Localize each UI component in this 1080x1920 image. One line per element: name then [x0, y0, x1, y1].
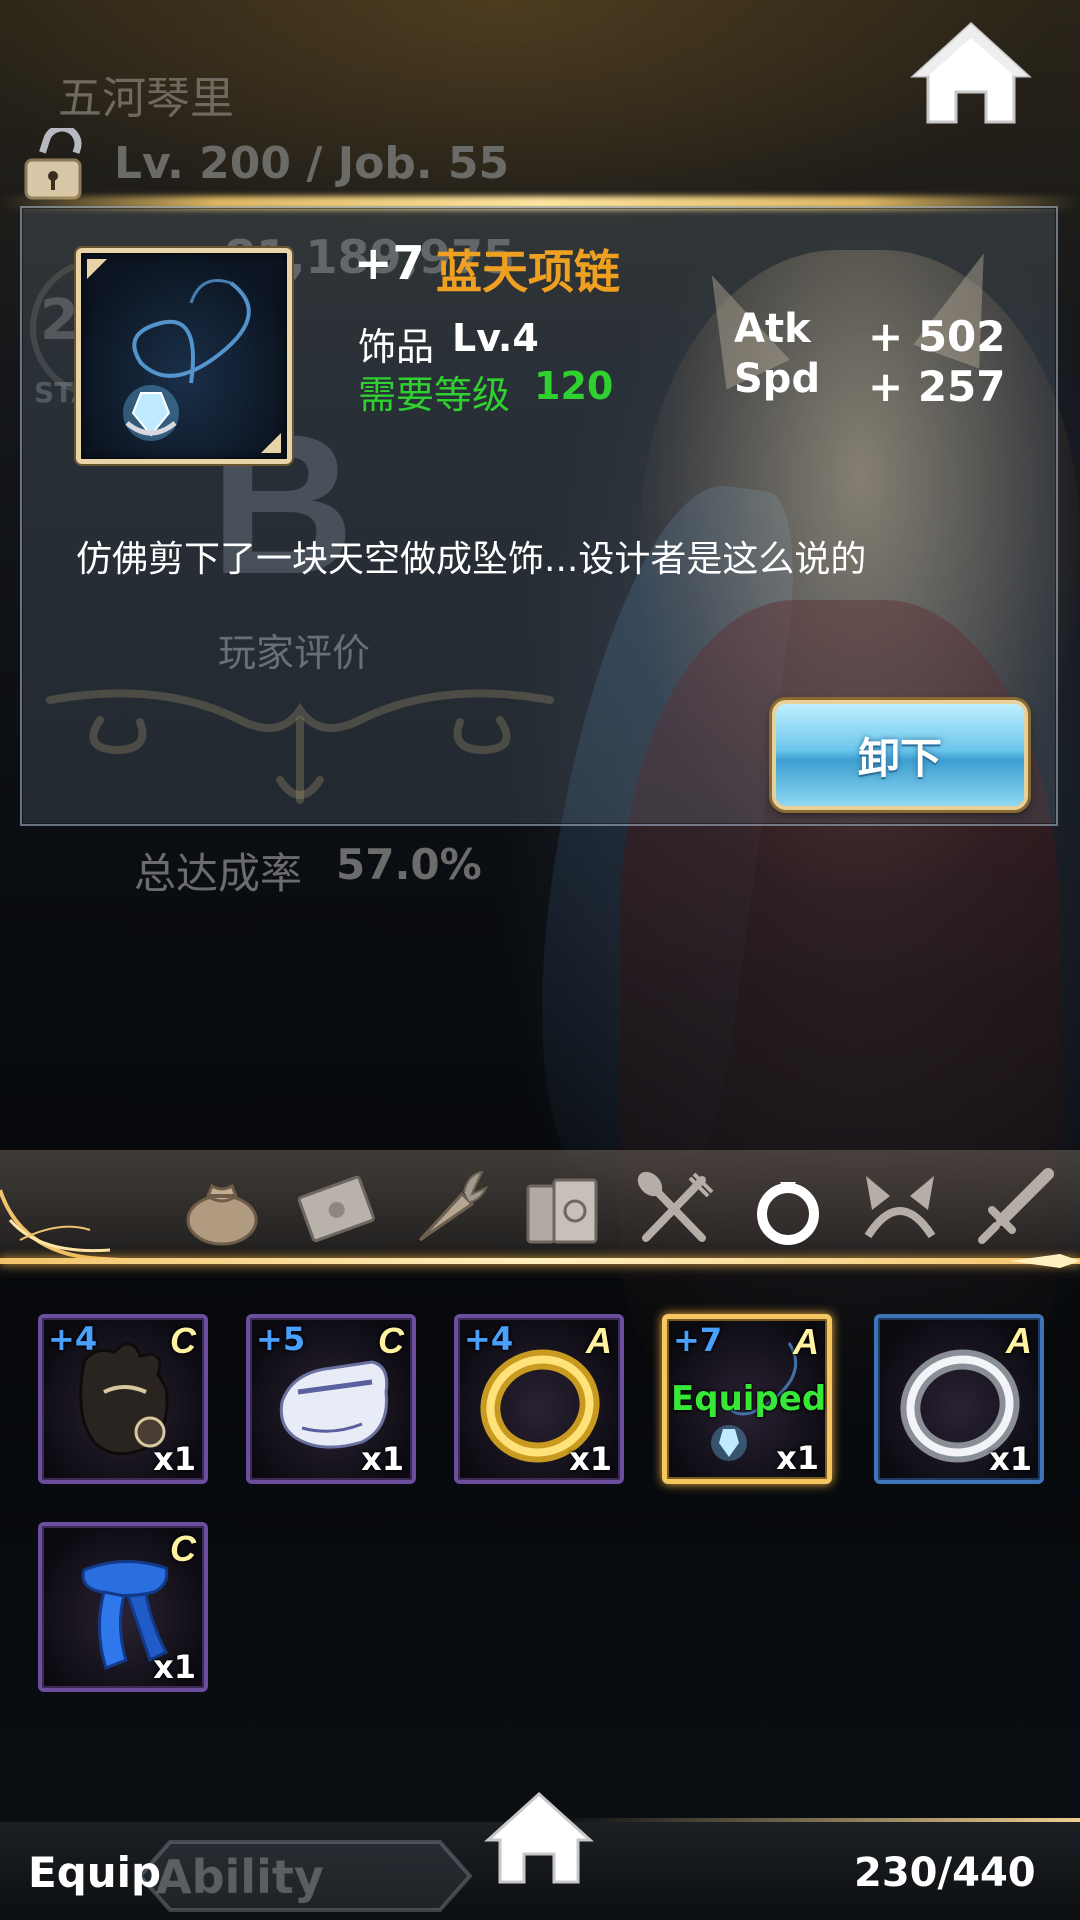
home-icon[interactable]: [482, 1790, 596, 1888]
slot-quantity: x1: [989, 1440, 1032, 1478]
slot-quantity: x1: [361, 1440, 404, 1478]
player-level: Lv. 200 / Job. 55: [114, 138, 510, 189]
unequip-button[interactable]: 卸下: [772, 700, 1028, 810]
slot-quantity: x1: [153, 1648, 196, 1686]
books-icon[interactable]: [520, 1166, 604, 1250]
tabbar-swirl-ornament: [0, 1189, 176, 1263]
slot-enhance-level: +4: [48, 1320, 98, 1358]
inventory-slot[interactable]: A x1: [874, 1314, 1044, 1484]
equip-tab[interactable]: Equip: [28, 1848, 161, 1897]
item-type-level: Lv.4: [452, 316, 539, 360]
equipped-status: Equiped: [671, 1379, 827, 1419]
stat-spd-label: Spd: [734, 356, 821, 402]
envelope-icon[interactable]: [294, 1166, 378, 1250]
slot-enhance-level: +4: [464, 1320, 514, 1358]
slot-grade: C: [378, 1320, 404, 1361]
item-enhance-level: +7: [354, 236, 425, 290]
slot-grade: A: [586, 1320, 612, 1361]
ring-icon[interactable]: [746, 1166, 830, 1250]
slot-quantity: x1: [569, 1440, 612, 1478]
slot-quantity: x1: [153, 1440, 196, 1478]
inventory-slot[interactable]: +4 C x1: [38, 1314, 208, 1484]
sword-icon[interactable]: [972, 1166, 1056, 1250]
item-name: 蓝天项链: [436, 245, 620, 299]
success-rate-label: 总达成率: [134, 849, 303, 898]
player-name: 五河琴里: [58, 73, 234, 124]
bag-icon[interactable]: [180, 1166, 264, 1250]
item-type: 饰品: [358, 325, 435, 369]
utensils-icon[interactable]: [632, 1166, 716, 1250]
tabbar-arrow-tip: [1010, 1254, 1080, 1268]
success-rate-value: 57.0%: [336, 840, 482, 889]
unlocked-padlock-icon[interactable]: [22, 128, 84, 200]
slot-grade: A: [793, 1321, 819, 1362]
slot-grade: A: [1006, 1320, 1032, 1361]
inventory-slot-equipped[interactable]: +7 A Equiped x1: [662, 1314, 832, 1484]
slot-quantity: x1: [776, 1439, 819, 1477]
bottom-bar-gold-line: [560, 1818, 1080, 1822]
stat-atk-label: Atk: [734, 306, 811, 352]
cat-ears-headband-icon[interactable]: [858, 1166, 942, 1250]
slot-grade: C: [170, 1320, 196, 1361]
stat-atk-value: + 502: [868, 312, 1006, 361]
inventory-slot[interactable]: +5 C x1: [246, 1314, 416, 1484]
slot-enhance-level: +5: [256, 1320, 306, 1358]
stat-spd-value: + 257: [868, 362, 1006, 411]
tabbar-gold-line: [0, 1258, 1080, 1264]
required-level-label: 需要等级: [358, 373, 511, 417]
sky-necklace-icon: [87, 259, 281, 453]
carrot-icon[interactable]: [406, 1166, 490, 1250]
inventory-count: 230/440: [854, 1850, 1036, 1896]
item-description: 仿佛剪下了一块天空做成坠饰...设计者是这么说的: [76, 539, 867, 580]
ability-tab[interactable]: Ability: [156, 1850, 324, 1904]
home-icon[interactable]: [906, 18, 1036, 130]
slot-grade: C: [170, 1528, 196, 1569]
inventory-slot[interactable]: +4 A x1: [454, 1314, 624, 1484]
item-portrait: [76, 248, 292, 464]
inventory-slot[interactable]: C x1: [38, 1522, 208, 1692]
required-level-value: 120: [534, 364, 614, 408]
slot-enhance-level: +7: [673, 1321, 723, 1359]
unequip-button-label: 卸下: [857, 733, 942, 783]
